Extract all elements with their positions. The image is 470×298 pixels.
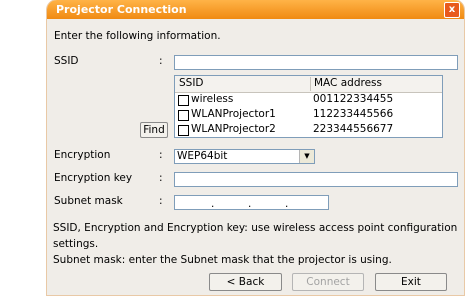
row-ssid: WLANProjector1 — [191, 108, 276, 120]
row-mac: 112233445566 — [313, 108, 394, 120]
subnet-octet-dot: . — [211, 198, 215, 210]
column-header-mac[interactable]: MAC address — [314, 77, 382, 89]
row-ssid: wireless — [191, 93, 234, 105]
encryption-colon: : — [159, 149, 163, 161]
subnet-mask-label: Subnet mask — [54, 195, 123, 207]
window-title: Projector Connection — [56, 3, 187, 16]
encryption-key-input[interactable] — [174, 172, 458, 187]
row-checkbox[interactable] — [178, 95, 189, 106]
exit-button[interactable]: Exit — [375, 273, 447, 291]
note-line-1: SSID, Encryption and Encryption key: use… — [53, 222, 458, 234]
back-button[interactable]: < Back — [209, 273, 282, 291]
subnet-mask-input[interactable]: . . . — [174, 195, 329, 210]
row-checkbox[interactable] — [178, 125, 189, 136]
chevron-down-icon[interactable]: ▼ — [299, 150, 314, 163]
ssid-colon: : — [159, 55, 163, 67]
list-item[interactable]: WLANProjector2 223344556677 — [175, 123, 442, 138]
note-line-2: settings. — [53, 238, 99, 250]
row-ssid: WLANProjector2 — [191, 123, 276, 135]
encryption-select[interactable]: WEP64bit ▼ — [174, 149, 315, 164]
list-item[interactable]: WLANProjector1 112233445566 — [175, 108, 442, 123]
ssid-input[interactable] — [174, 55, 458, 70]
row-mac: 223344556677 — [313, 123, 394, 135]
encryption-key-colon: : — [159, 172, 163, 184]
subnet-octet-dot: . — [285, 198, 289, 210]
instruction-text: Enter the following information. — [54, 30, 221, 42]
close-button[interactable]: x — [444, 2, 460, 18]
list-header: SSID MAC address — [175, 76, 442, 93]
connect-button[interactable]: Connect — [292, 273, 364, 291]
close-icon: x — [448, 4, 456, 15]
find-button[interactable]: Find — [140, 122, 168, 138]
ssid-label: SSID — [54, 55, 79, 67]
subnet-mask-colon: : — [159, 195, 163, 207]
encryption-label: Encryption — [54, 149, 111, 161]
note-line-3: Subnet mask: enter the Subnet mask that … — [53, 254, 392, 266]
encryption-value: WEP64bit — [177, 150, 228, 162]
column-header-ssid[interactable]: SSID — [179, 77, 204, 89]
projector-connection-window: Projector Connection x Enter the followi… — [47, 0, 464, 295]
column-divider — [310, 77, 311, 91]
title-bar: Projector Connection x — [47, 0, 464, 19]
row-mac: 001122334455 — [313, 93, 394, 105]
subnet-octet-dot: . — [248, 198, 252, 210]
network-list[interactable]: SSID MAC address wireless 001122334455 W… — [174, 75, 443, 138]
list-item[interactable]: wireless 001122334455 — [175, 93, 442, 108]
encryption-key-label: Encryption key — [54, 172, 133, 184]
row-checkbox[interactable] — [178, 110, 189, 121]
